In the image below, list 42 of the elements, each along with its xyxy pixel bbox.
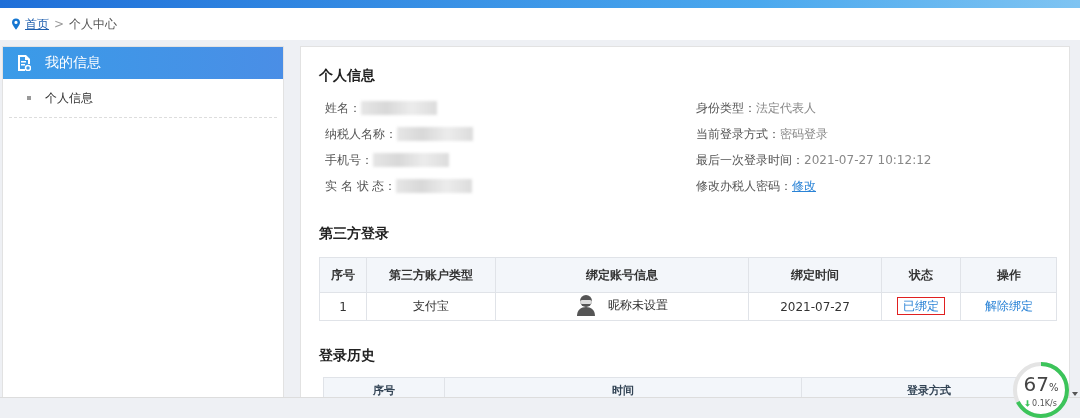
- field-label: 纳税人名称：: [325, 125, 397, 143]
- column-header: 操作: [960, 257, 1057, 293]
- document-icon: [17, 55, 31, 71]
- table-cell: 支付宝: [366, 292, 496, 321]
- breadcrumb-separator: >: [54, 17, 65, 31]
- scroll-down-icon[interactable]: [1072, 392, 1078, 396]
- percent-unit: %: [1048, 381, 1059, 393]
- download-arrow-icon: [1025, 399, 1031, 407]
- home-link[interactable]: 首页: [25, 15, 49, 33]
- field-label: 身份类型：: [696, 99, 756, 117]
- sidebar-header[interactable]: 我的信息: [3, 47, 283, 79]
- percent-value: 67: [1023, 371, 1049, 396]
- sidebar-item[interactable]: 个人信息: [9, 79, 277, 118]
- column-header: 时间: [444, 377, 802, 397]
- field-value: 2021-07-27 10:12:12: [804, 153, 932, 167]
- field-label: 实 名 状 态：: [325, 177, 397, 195]
- field-label: 姓名：: [325, 99, 361, 117]
- column-header: 序号: [323, 377, 445, 397]
- field-value: 法定代表人: [756, 99, 816, 117]
- status-label: 已绑定: [897, 297, 945, 315]
- field-label: 最后一次登录时间：: [696, 151, 804, 169]
- field-label: 修改办税人密码：: [696, 177, 792, 195]
- section-title: 登录历史: [319, 347, 376, 365]
- section-title: 个人信息: [319, 67, 376, 85]
- column-header: 序号: [319, 257, 367, 293]
- location-pin-icon: [12, 18, 20, 30]
- table-cell: 1: [319, 292, 367, 321]
- field-value: 密码登录: [780, 125, 828, 143]
- speed-value: 0.1K/s: [1032, 398, 1057, 408]
- column-header: 绑定账号信息: [495, 257, 749, 293]
- column-header: 状态: [881, 257, 961, 293]
- avatar-icon: [576, 294, 596, 316]
- change-password-link[interactable]: 修改: [792, 177, 816, 195]
- sidebar-header-label: 我的信息: [45, 54, 101, 72]
- column-header: 第三方账户类型: [366, 257, 496, 293]
- field-label: 手机号：: [325, 151, 373, 169]
- account-nickname: 昵称未设置: [608, 296, 668, 314]
- section-title: 第三方登录: [319, 225, 390, 243]
- table-cell: 2021-07-27: [748, 292, 882, 321]
- breadcrumb-current: 个人中心: [69, 15, 118, 33]
- field-label: 当前登录方式：: [696, 125, 780, 143]
- column-header: 绑定时间: [748, 257, 882, 293]
